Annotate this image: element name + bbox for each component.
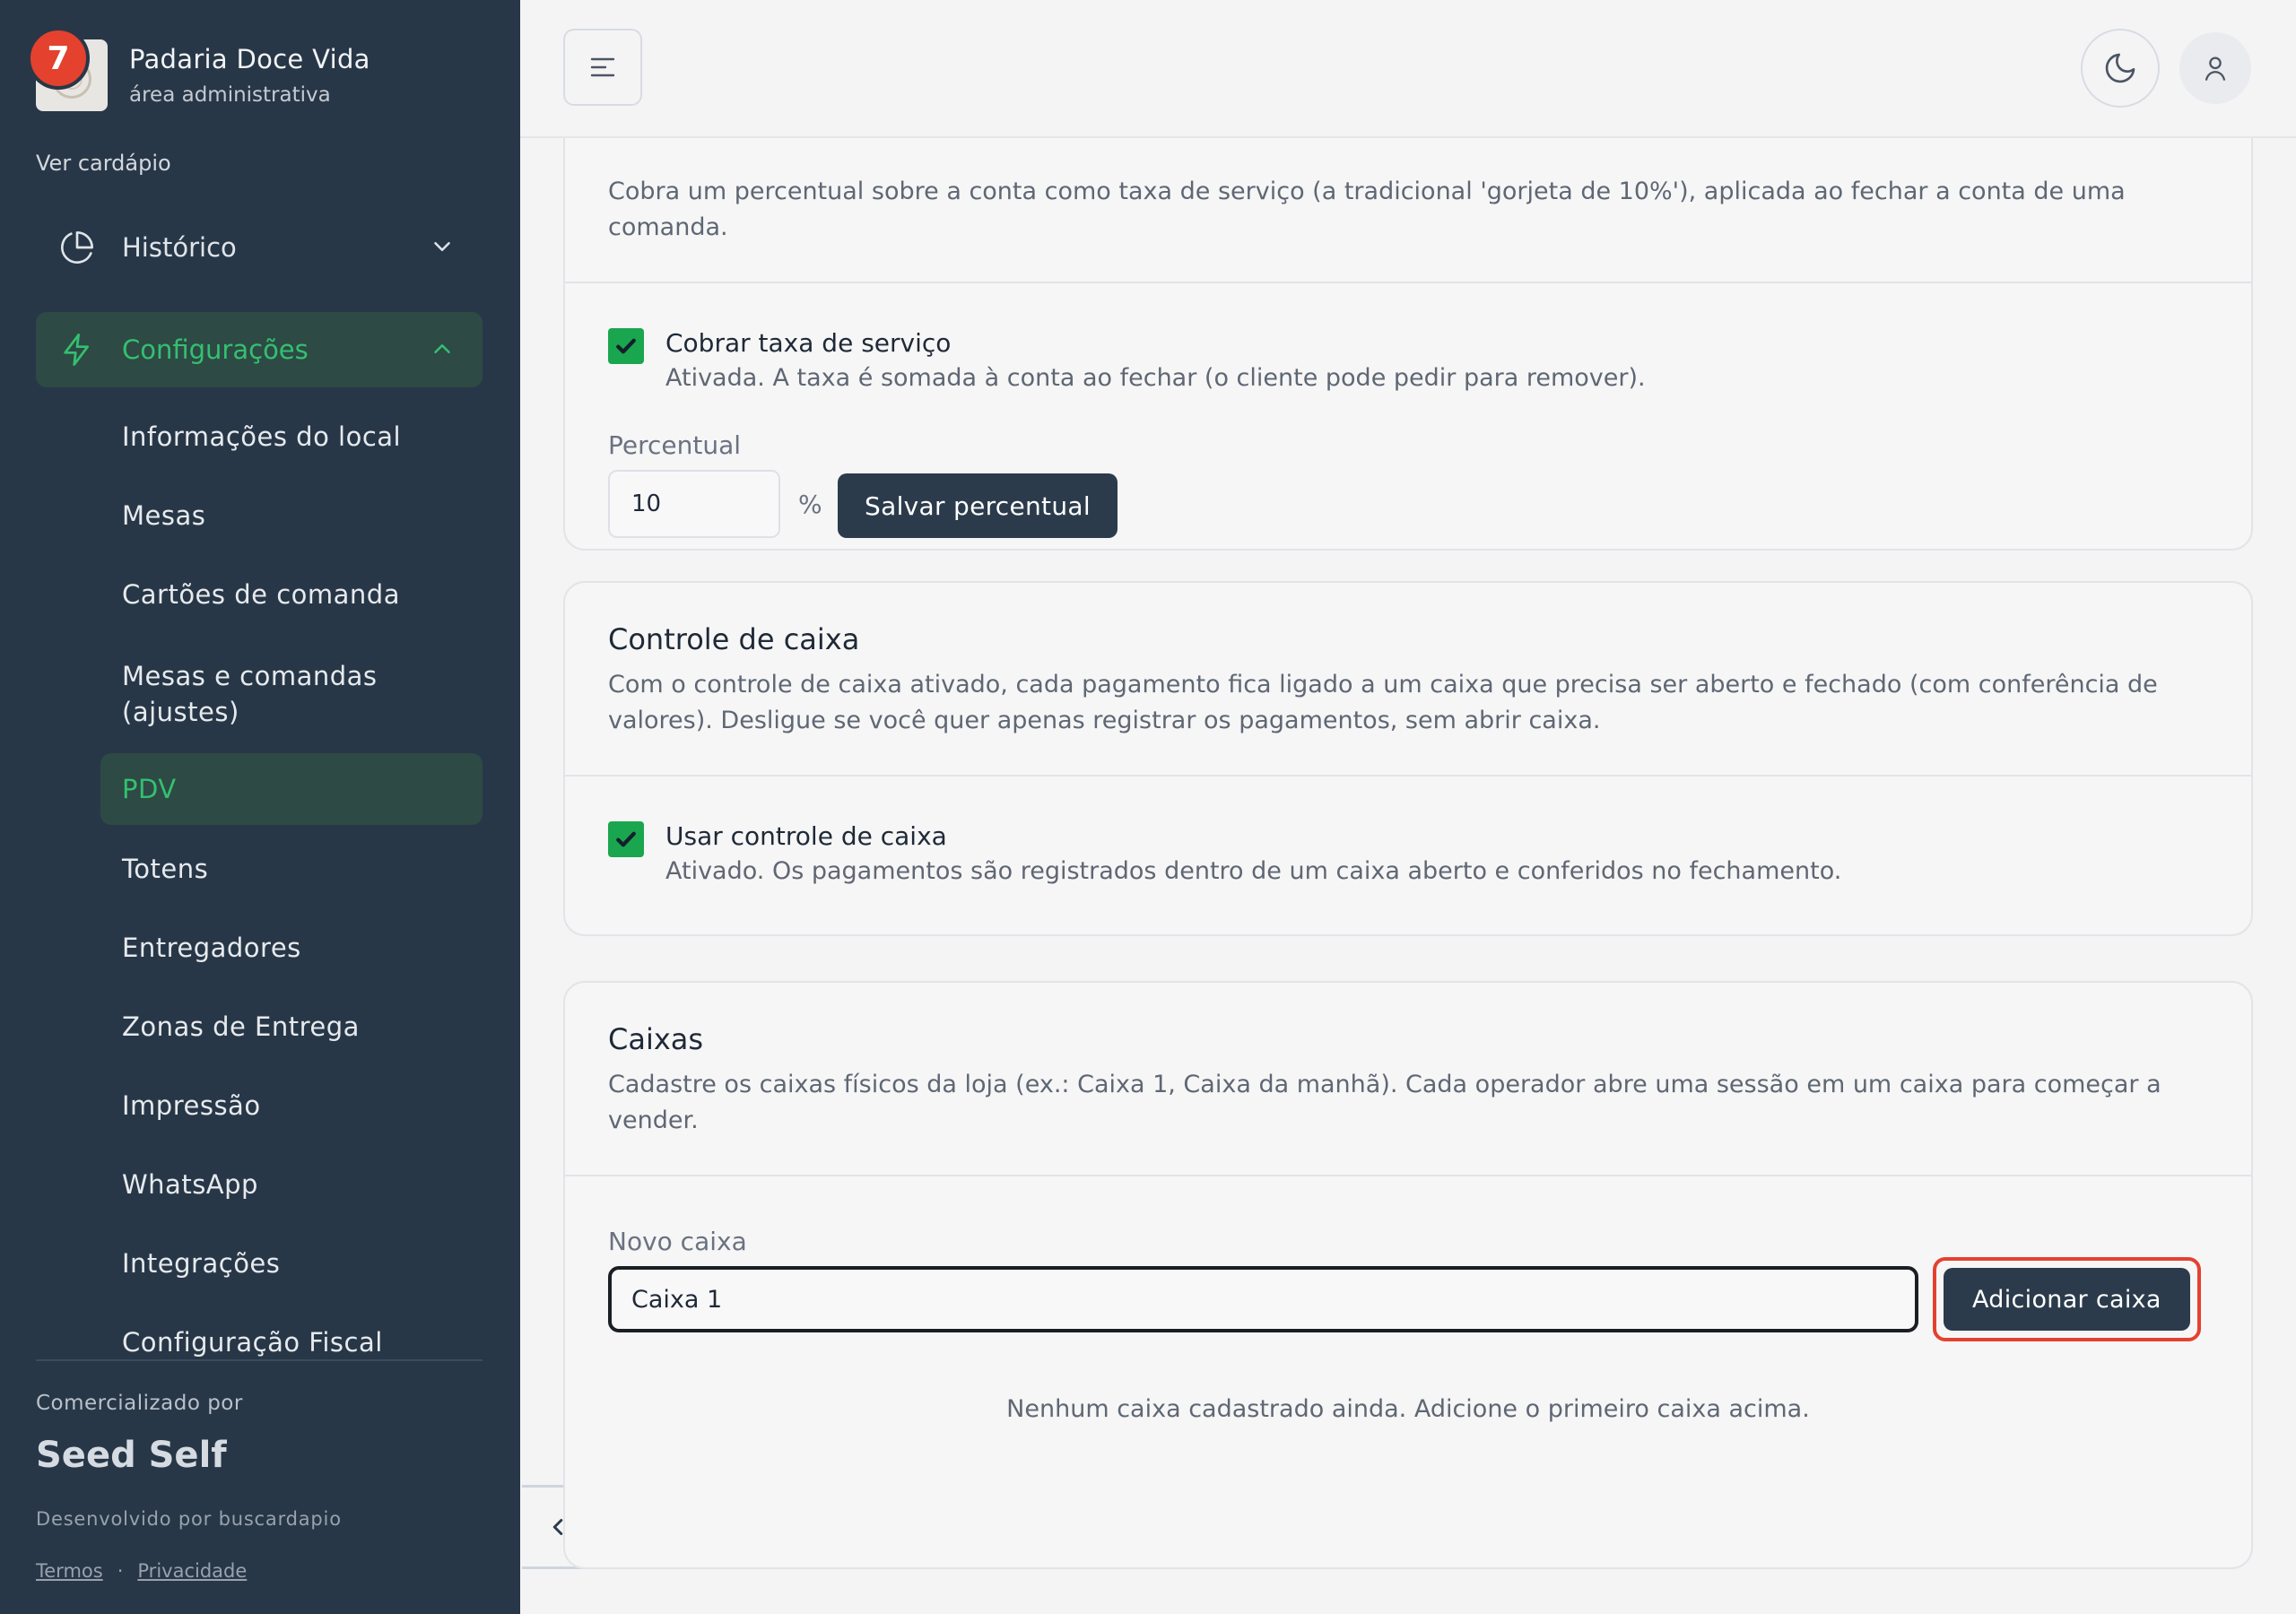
termos-link[interactable]: Termos [36, 1560, 103, 1582]
cash-control-checkbox-title: Usar controle de caixa [665, 821, 947, 851]
ver-cardapio-link[interactable]: Ver cardápio [36, 151, 171, 176]
sidebar-item-integracoes[interactable]: Integrações [122, 1248, 280, 1279]
nav-group-label: Configurações [122, 334, 309, 365]
pie-chart-icon [61, 231, 93, 264]
sidebar-item-entregadores[interactable]: Entregadores [122, 933, 301, 963]
legal-links: Termos · Privacidade [36, 1560, 247, 1582]
menu-button[interactable] [563, 29, 642, 106]
legal-separator: · [117, 1560, 124, 1582]
empty-registers-message: Nenhum caixa cadastrado ainda. Adicione … [1006, 1395, 1810, 1423]
service-fee-checkbox-title: Cobrar taxa de serviço [665, 328, 952, 358]
cash-control-card: Controle de caixa Com o controle de caix… [563, 581, 2253, 936]
top-header [520, 0, 2296, 138]
registers-card: Caixas Cadastre os caixas físicos da loj… [563, 981, 2253, 1569]
sidebar-divider [36, 1359, 483, 1361]
comercializado-label: Comercializado por [36, 1392, 243, 1415]
check-icon [616, 338, 636, 354]
sidebar-item-mesas[interactable]: Mesas [122, 500, 205, 531]
adicionar-caixa-button[interactable]: Adicionar caixa [1944, 1268, 2190, 1331]
theme-toggle-button[interactable] [2081, 29, 2160, 108]
desenvolvido-label: Desenvolvido por buscardapio [36, 1508, 342, 1530]
percentual-input[interactable] [608, 470, 780, 538]
sidebar-item-zonas-entrega[interactable]: Zonas de Entrega [122, 1011, 360, 1042]
main-content: Cobra um percentual sobre a conta como t… [520, 138, 2296, 1614]
user-icon [2205, 56, 2226, 81]
cash-control-checkbox-desc: Ativado. Os pagamentos são registrados d… [665, 857, 1842, 885]
sidebar: Padaria Doce Vida área administrativa 7 … [0, 0, 520, 1614]
cash-control-title: Controle de caixa [608, 622, 860, 656]
card-divider [565, 282, 2251, 283]
menu-icon [590, 57, 615, 77]
nav-group-historico[interactable]: Histórico [36, 210, 483, 285]
chevron-down-icon [434, 242, 450, 251]
lightning-icon [64, 334, 89, 366]
service-fee-description: Cobra um percentual sobre a conta como t… [608, 178, 2126, 241]
user-menu-button[interactable] [2179, 32, 2251, 104]
sidebar-item-configuracao-fiscal[interactable]: Configuração Fiscal [122, 1327, 383, 1358]
card-divider [565, 775, 2251, 777]
sidebar-item-cartoes-comanda[interactable]: Cartões de comanda [122, 579, 400, 610]
moon-icon [2105, 53, 2135, 83]
brand-name: Padaria Doce Vida [129, 44, 370, 74]
service-fee-checkbox-desc: Ativada. A taxa é somada à conta ao fech… [665, 364, 1646, 392]
notification-badge[interactable]: 7 [27, 27, 90, 90]
salvar-percentual-button[interactable]: Salvar percentual [838, 473, 1118, 538]
sidebar-item-impressao[interactable]: Impressão [122, 1090, 261, 1121]
brand-subtitle: área administrativa [129, 83, 331, 107]
sidebar-item-informacoes-local[interactable]: Informações do local [122, 421, 401, 452]
sidebar-item-totens[interactable]: Totens [122, 854, 208, 884]
cash-control-description: Com o controle de caixa ativado, cada pa… [608, 671, 2158, 734]
sidebar-item-whatsapp[interactable]: WhatsApp [122, 1169, 258, 1200]
check-icon [616, 831, 636, 847]
seed-self-logo: Seed Self [36, 1435, 227, 1476]
service-fee-checkbox[interactable] [608, 328, 644, 364]
registers-title: Caixas [608, 1022, 704, 1056]
service-fee-card: Cobra um percentual sobre a conta como t… [563, 138, 2253, 551]
novo-caixa-input[interactable] [608, 1266, 1918, 1332]
chevron-up-icon [434, 344, 450, 353]
privacidade-link[interactable]: Privacidade [137, 1560, 247, 1582]
percentual-label: Percentual [608, 430, 742, 460]
cash-control-checkbox[interactable] [608, 821, 644, 857]
nav-group-configuracoes[interactable]: Configurações [36, 312, 483, 387]
card-divider [565, 1175, 2251, 1176]
sidebar-item-pdv[interactable]: PDV [100, 753, 483, 825]
nav-group-label: Histórico [122, 232, 237, 263]
percent-sign: % [798, 490, 822, 519]
novo-caixa-label: Novo caixa [608, 1227, 747, 1256]
registers-description: Cadastre os caixas físicos da loja (ex.:… [608, 1071, 2161, 1134]
sidebar-item-mesas-comandas-ajustes[interactable]: Mesas e comandas (ajustes) [122, 658, 418, 730]
